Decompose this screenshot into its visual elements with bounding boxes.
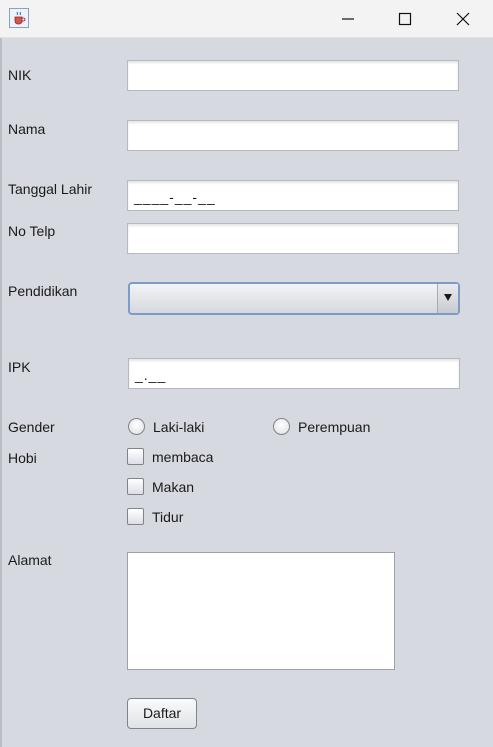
alamat-textarea[interactable] [127, 552, 395, 670]
alamat-label: Alamat [8, 552, 52, 568]
tanggal-lahir-label: Tanggal Lahir [8, 181, 93, 197]
nik-label: NIK [8, 67, 32, 83]
dropdown-button[interactable] [437, 284, 458, 313]
hobi-makan-label[interactable]: Makan [152, 479, 194, 495]
gender-laki-laki-label[interactable]: Laki-laki [153, 419, 204, 435]
gender-laki-laki-radio[interactable] [128, 418, 145, 435]
close-button[interactable] [440, 0, 486, 37]
nama-input[interactable] [127, 120, 459, 151]
chevron-down-icon [444, 294, 452, 301]
pendidikan-label: Pendidikan [8, 283, 78, 299]
java-cup-icon [9, 8, 29, 28]
gender-label: Gender [8, 419, 55, 435]
hobi-makan-checkbox[interactable] [127, 478, 144, 495]
nik-input[interactable] [127, 60, 459, 91]
form-panel: NIK Nama Tanggal Lahir ____-__-__ No Tel… [0, 38, 493, 747]
maximize-button[interactable] [382, 0, 428, 37]
gender-perempuan-label[interactable]: Perempuan [298, 419, 370, 435]
title-bar [0, 0, 493, 38]
no-telp-input[interactable] [127, 223, 459, 254]
hobi-tidur-label[interactable]: Tidur [152, 509, 183, 525]
ipk-input[interactable]: _.__ [128, 358, 460, 389]
minimize-icon [342, 18, 354, 20]
hobi-tidur-checkbox[interactable] [127, 508, 144, 525]
nama-label: Nama [8, 121, 46, 137]
gender-perempuan-radio[interactable] [273, 418, 290, 435]
hobi-membaca-label[interactable]: membaca [152, 449, 213, 465]
minimize-button[interactable] [325, 0, 371, 37]
close-icon [456, 12, 470, 26]
tanggal-lahir-input[interactable]: ____-__-__ [127, 180, 459, 211]
ipk-label: IPK [8, 359, 31, 375]
maximize-icon [398, 12, 412, 26]
pendidikan-select[interactable] [128, 282, 460, 315]
hobi-membaca-checkbox[interactable] [127, 448, 144, 465]
no-telp-label: No Telp [8, 223, 56, 239]
hobi-label: Hobi [8, 450, 37, 466]
daftar-button[interactable]: Daftar [127, 698, 197, 729]
